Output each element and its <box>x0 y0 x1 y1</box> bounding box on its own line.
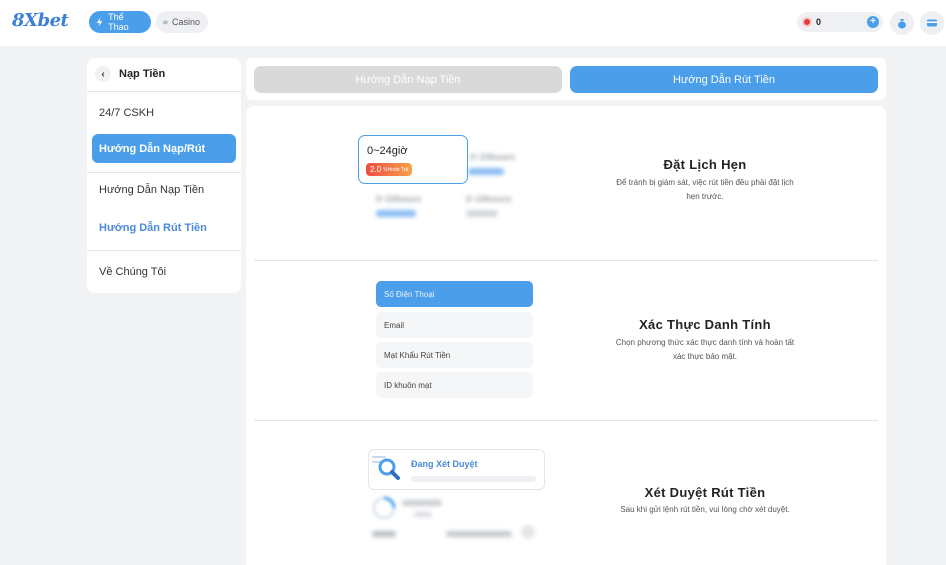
back-arrow-icon[interactable]: ‹ <box>95 66 111 82</box>
nav-casino-label: Casino <box>171 17 200 27</box>
schedule-time: 0~24giờ <box>367 145 408 157</box>
tab-deposit-guide[interactable]: Hướng Dẫn Nạp Tiền <box>254 66 562 93</box>
divider <box>254 260 878 261</box>
step-desc-verify-2: xác thực bảo mật. <box>672 352 738 361</box>
nav-sports-label: Thể Thao <box>108 12 129 32</box>
blurred-circle <box>521 525 535 539</box>
divider <box>87 250 241 251</box>
step-desc-schedule-2: hẹn trước. <box>686 192 724 201</box>
sidebar-item-guide[interactable]: Hướng Dẫn Nạp/Rút <box>92 134 236 163</box>
main-content: Hướng Dẫn Nạp Tiền Hướng Dẫn Rút Tiền 0~… <box>246 58 886 565</box>
wallet-bag-button[interactable] <box>890 11 914 35</box>
nav-sports-tab[interactable]: Thể Thao <box>89 11 151 33</box>
blurred-bar <box>446 531 512 537</box>
tabs-bar: Hướng Dẫn Nạp Tiền Hướng Dẫn Rút Tiền <box>246 58 886 100</box>
blurred-bar <box>376 210 416 217</box>
blurred-bar <box>468 168 504 175</box>
divider <box>87 91 241 92</box>
rebate-badge: 2.0 %Hoàn Trả <box>366 163 413 176</box>
balance-value: 0 <box>816 17 822 27</box>
blurred-bar <box>372 531 396 537</box>
card-icon <box>927 19 937 27</box>
step-title-schedule: Đặt Lịch Hẹn <box>663 157 747 172</box>
sidebar-item-support[interactable]: 24/7 CSKH <box>99 107 154 119</box>
review-status-label: Đang Xét Duyệt <box>411 459 478 469</box>
sidebar: ‹ Nạp Tiền 24/7 CSKH Hướng Dẫn Nạp/Rút H… <box>87 58 241 293</box>
step-desc-schedule-1: Để tránh bị giám sát, việc rút tiền đều … <box>616 178 794 187</box>
magnifier-icon <box>372 456 400 480</box>
logo[interactable]: 8Xbet <box>12 10 69 31</box>
cloud-icon <box>162 20 168 25</box>
guide-panel: 0~24giờ 2.0 %Hoàn Trả 0~24hours 0~24hour… <box>246 106 886 565</box>
blurred-bar <box>402 500 442 506</box>
tab-withdraw-guide[interactable]: Hướng Dẫn Rút Tiền <box>570 66 878 93</box>
verify-option-phone[interactable]: Số Điện Thoại <box>376 281 533 307</box>
verify-option-password[interactable]: Mạt Khẩu Rút Tiền <box>376 342 533 368</box>
balance-display[interactable]: 0 + <box>797 12 883 32</box>
divider <box>254 420 878 421</box>
step-title-verify: Xác Thực Danh Tính <box>639 317 771 332</box>
sidebar-item-about[interactable]: Về Chúng Tôi <box>99 266 166 278</box>
sidebar-item-deposit-guide[interactable]: Hướng Dẫn Nạp Tiền <box>99 184 204 196</box>
sidebar-item-withdraw-guide[interactable]: Hướng Dẫn Rút Tiền <box>99 222 207 234</box>
blurred-option: 0~24hours <box>470 152 516 162</box>
verify-option-email[interactable]: Email <box>376 312 533 338</box>
rebate-value: 2.0 <box>370 165 382 174</box>
blurred-option: 0~24hours <box>376 194 422 204</box>
divider <box>87 172 241 173</box>
deposit-plus-icon[interactable]: + <box>867 16 879 28</box>
coin-icon <box>802 17 812 27</box>
blurred-progress-ring <box>372 496 396 520</box>
review-progress-bar <box>411 476 536 482</box>
step-title-review: Xét Duyệt Rút Tiền <box>644 485 766 500</box>
lightning-icon <box>96 17 103 27</box>
top-header: 8Xbet Thể Thao Casino 0 + <box>0 0 946 46</box>
card-button[interactable] <box>920 11 944 35</box>
schedule-card: 0~24giờ 2.0 %Hoàn Trả <box>358 135 468 184</box>
blurred-bar <box>466 210 498 217</box>
blurred-bar <box>414 512 432 517</box>
nav-casino-tab[interactable]: Casino <box>156 11 208 33</box>
blurred-option: 0~24hours <box>466 194 512 204</box>
verify-option-face-id[interactable]: ID khuôn mạt <box>376 372 533 398</box>
sidebar-title: Nạp Tiền <box>119 68 166 80</box>
money-bag-icon <box>898 19 906 29</box>
sidebar-header: ‹ Nạp Tiền <box>87 58 241 90</box>
step-desc-verify-1: Chọn phương thức xác thực danh tính và h… <box>615 338 795 347</box>
step-desc-review: Sau khi gửi lệnh rút tiền, vui lòng chờ … <box>620 505 790 514</box>
rebate-label: %Hoàn Trả <box>383 166 409 173</box>
